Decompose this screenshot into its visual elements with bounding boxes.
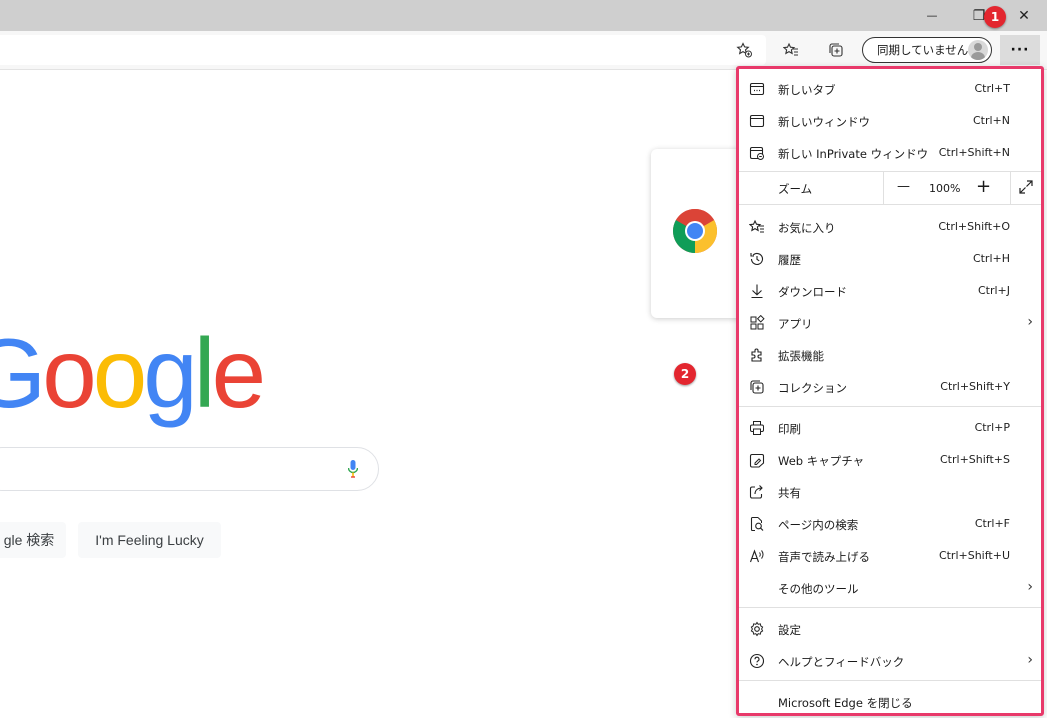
menu-divider [739, 680, 1041, 681]
menu-item-share[interactable]: 共有 [739, 476, 1041, 508]
help-icon [749, 653, 765, 669]
menu-item-help-feedback[interactable]: ヘルプとフィードバック › [739, 645, 1041, 677]
zoom-row: ズーム — 100% + [739, 171, 1041, 204]
menu-item-find-on-page[interactable]: ページ内の検索 Ctrl+F [739, 508, 1041, 540]
google-search-button[interactable]: gle 検索 [0, 522, 66, 558]
chevron-right-icon: › [1027, 579, 1033, 595]
browser-toolbar: 同期していません ··· [0, 31, 1047, 70]
menu-item-settings[interactable]: 設定 [739, 613, 1041, 645]
menu-divider [739, 607, 1041, 608]
menu-item-history[interactable]: 履歴 Ctrl+H [739, 243, 1041, 275]
collections-icon [749, 379, 765, 395]
fullscreen-icon[interactable] [1018, 179, 1034, 199]
share-icon [749, 484, 765, 500]
close-button[interactable]: ✕ [1001, 0, 1047, 31]
settings-and-more-menu: 新しいタブ Ctrl+T 新しいウィンドウ Ctrl+N 新しい InPriva… [736, 66, 1044, 716]
read-aloud-icon [749, 548, 765, 564]
menu-item-downloads[interactable]: ダウンロード Ctrl+J [739, 275, 1041, 307]
google-logo: Google [0, 318, 266, 428]
avatar [968, 40, 988, 60]
annotation-badge-2: 2 [674, 363, 696, 385]
title-bar: — ❐ ✕ [0, 0, 1047, 31]
menu-item-new-tab[interactable]: 新しいタブ Ctrl+T [739, 73, 1041, 105]
favorites-icon [749, 219, 765, 235]
menu-item-extensions[interactable]: 拡張機能 [739, 339, 1041, 371]
menu-item-more-tools[interactable]: その他のツール › [739, 572, 1041, 604]
chevron-right-icon: › [1027, 652, 1033, 668]
menu-item-close-edge[interactable]: Microsoft Edge を閉じる [739, 686, 1041, 713]
new-window-icon [749, 113, 765, 129]
settings-icon [749, 621, 765, 637]
address-bar[interactable] [0, 35, 766, 65]
menu-divider [1010, 171, 1011, 204]
minimize-button[interactable]: — [909, 0, 955, 31]
favorites-icon[interactable] [776, 35, 806, 65]
inprivate-icon [749, 145, 765, 161]
download-icon [749, 283, 765, 299]
menu-item-web-capture[interactable]: Web キャプチャ Ctrl+Shift+S [739, 444, 1041, 476]
menu-item-collections[interactable]: コレクション Ctrl+Shift+Y [739, 371, 1041, 403]
apps-icon [749, 315, 765, 331]
sync-status-label: 同期していません [877, 43, 969, 57]
zoom-level-value: 100% [929, 182, 961, 195]
menu-divider [739, 204, 1041, 205]
zoom-out-button[interactable]: — [897, 179, 910, 194]
menu-item-print[interactable]: 印刷 Ctrl+P [739, 412, 1041, 444]
sync-status-button[interactable]: 同期していません [862, 37, 992, 63]
menu-divider [739, 406, 1041, 407]
history-icon [749, 251, 765, 267]
google-search-input[interactable] [0, 447, 379, 491]
menu-item-read-aloud[interactable]: 音声で読み上げる Ctrl+Shift+U [739, 540, 1041, 572]
microphone-icon[interactable] [348, 460, 358, 478]
chevron-right-icon: › [1027, 314, 1033, 330]
annotation-badge-1: 1 [984, 6, 1006, 28]
zoom-in-button[interactable]: + [976, 176, 991, 197]
menu-item-favorites[interactable]: お気に入り Ctrl+Shift+O [739, 211, 1041, 243]
menu-item-apps[interactable]: アプリ › [739, 307, 1041, 339]
zoom-label: ズーム [778, 182, 813, 196]
add-favorite-icon[interactable] [729, 35, 759, 65]
web-capture-icon [749, 452, 765, 468]
menu-divider [883, 171, 884, 204]
settings-and-more-button[interactable]: ··· [1000, 35, 1040, 65]
new-tab-icon [749, 81, 765, 97]
find-on-page-icon [749, 516, 765, 532]
menu-item-new-window[interactable]: 新しいウィンドウ Ctrl+N [739, 105, 1041, 137]
menu-item-new-inprivate-window[interactable]: 新しい InPrivate ウィンドウ Ctrl+Shift+N [739, 137, 1041, 169]
feeling-lucky-button[interactable]: I'm Feeling Lucky [78, 522, 221, 558]
collections-icon[interactable] [821, 35, 851, 65]
chrome-logo-icon [673, 209, 717, 253]
extensions-icon [749, 347, 765, 363]
print-icon [749, 420, 765, 436]
